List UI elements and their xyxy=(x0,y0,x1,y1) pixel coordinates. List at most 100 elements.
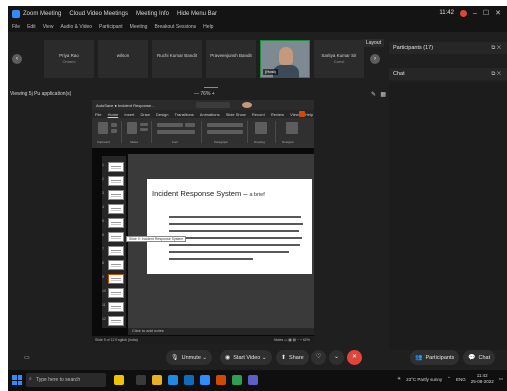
taskbar-app-icon[interactable] xyxy=(114,375,124,385)
notes-pane[interactable]: Click to add notes xyxy=(128,328,314,335)
participant-video-tile[interactable]: (Host) xyxy=(260,40,310,78)
weather-icon[interactable]: ☀ xyxy=(397,376,401,382)
avatar[interactable] xyxy=(242,102,252,108)
language-indicator[interactable]: ENG xyxy=(456,377,466,382)
participants-button[interactable]: 👥 Participants xyxy=(410,350,460,365)
share-button[interactable]: ⬆ Share xyxy=(276,350,309,365)
menu-file[interactable]: File xyxy=(12,24,20,30)
slide-thumbnail[interactable]: 11 xyxy=(102,302,126,316)
participant-tile[interactable]: Saritya Kumar Sir Guest xyxy=(314,40,364,78)
teams-icon[interactable] xyxy=(248,375,258,385)
strip-prev-icon[interactable]: ‹ xyxy=(12,54,22,64)
maximize-button[interactable]: ☐ xyxy=(483,9,489,17)
slide-thumbnail[interactable]: 6 xyxy=(102,232,126,246)
powerpoint-icon[interactable] xyxy=(216,375,226,385)
ppt-tab[interactable]: Design xyxy=(156,112,168,117)
notification-icon[interactable]: ▭ xyxy=(499,376,503,382)
ppt-tab[interactable]: View xyxy=(290,112,299,117)
slide-thumbnail[interactable]: 2 xyxy=(102,176,126,190)
participants-panel-header[interactable]: Participants (17) ⧉ ✕ xyxy=(389,42,507,54)
ppt-tab[interactable]: Draw xyxy=(141,112,150,117)
new-slide-icon[interactable] xyxy=(127,122,137,134)
menu-audio-video[interactable]: Audio & Video xyxy=(60,24,92,30)
leave-meeting-button[interactable]: ✕ xyxy=(347,350,362,365)
ppt-tab[interactable]: Insert xyxy=(124,112,134,117)
title-item-hide-menu[interactable]: Hide Menu Bar xyxy=(177,11,217,17)
taskbar-search-box[interactable]: ⌕ Type here to search xyxy=(26,373,106,387)
menu-help[interactable]: Help xyxy=(203,24,213,30)
more-button[interactable]: ⌄ xyxy=(329,350,344,365)
windows-start-icon[interactable] xyxy=(12,375,22,385)
slide-thumbnail[interactable]: 3 xyxy=(102,190,126,204)
task-view-icon[interactable] xyxy=(136,375,146,385)
ppt-tab[interactable]: Help xyxy=(305,112,313,117)
store-icon[interactable] xyxy=(184,375,194,385)
minimize-button[interactable]: – xyxy=(473,10,477,17)
ppt-view-zoom-controls[interactable]: Notes ▭ ▦ ▤ − + 62% xyxy=(274,338,310,342)
captions-icon[interactable]: ▭ xyxy=(24,354,30,361)
menu-view[interactable]: View xyxy=(43,24,54,30)
chat-button[interactable]: 💬 Chat xyxy=(463,350,496,365)
font-name-box[interactable] xyxy=(157,123,183,127)
menu-breakout[interactable]: Breakout Sessions xyxy=(154,24,196,30)
ppt-tab[interactable]: Animations xyxy=(200,112,220,117)
current-slide[interactable]: Incident Response System – a brief xyxy=(147,179,312,274)
menu-participant[interactable]: Participant xyxy=(99,24,123,30)
slide-thumbnail[interactable]: 5 xyxy=(102,218,126,232)
title-item-meetings[interactable]: Cloud Video Meetings xyxy=(69,11,128,17)
chevron-down-icon[interactable]: ⌄ xyxy=(260,355,267,361)
weather-text[interactable]: 23°C Partly sunny xyxy=(406,377,442,382)
view-zoom-control[interactable]: — 76% + xyxy=(194,91,215,97)
slide-thumbnail-selected[interactable]: 9 xyxy=(102,274,126,288)
slide-thumbnail[interactable]: 1 xyxy=(102,162,126,176)
tray-chevron-icon[interactable]: ⌃ xyxy=(447,376,451,382)
slide-thumbnail[interactable]: 7 xyxy=(102,246,126,260)
ppt-tab[interactable]: Slide Show xyxy=(226,112,246,117)
edge-browser-icon[interactable] xyxy=(168,375,178,385)
layout-button[interactable]: Layout xyxy=(363,39,385,47)
cut-icon[interactable] xyxy=(111,123,117,127)
title-item-meeting-info[interactable]: Meeting Info xyxy=(136,11,169,17)
slide-thumbnail[interactable]: 12 xyxy=(102,316,126,330)
panel-popout-icon[interactable]: ⧉ ✕ xyxy=(491,71,501,78)
slide-thumbnail[interactable]: 8 xyxy=(102,260,126,274)
taskbar-clock[interactable]: 11:42 25-08-2022 xyxy=(471,373,494,385)
list-buttons[interactable] xyxy=(207,123,243,127)
participant-tile[interactable]: wilson xyxy=(98,40,148,78)
file-explorer-icon[interactable] xyxy=(152,375,162,385)
slide-thumbnail[interactable]: 4 xyxy=(102,204,126,218)
ppt-tab[interactable]: Review xyxy=(271,112,284,117)
reset-icon[interactable] xyxy=(140,128,148,131)
unmute-button[interactable]: 🎙 Unmute ⌄ xyxy=(166,350,213,365)
reactions-button[interactable]: ♡ xyxy=(311,350,326,365)
align-buttons[interactable] xyxy=(207,130,243,134)
copy-icon[interactable] xyxy=(111,129,117,133)
chevron-down-icon[interactable]: ⌄ xyxy=(201,355,207,361)
view-options-icon[interactable]: ▦ xyxy=(380,91,386,98)
chrome-icon[interactable] xyxy=(232,375,242,385)
ppt-search-box[interactable] xyxy=(196,102,230,108)
zoom-app-icon[interactable] xyxy=(200,375,210,385)
start-video-button[interactable]: ◉ Start Video ⌄ xyxy=(220,350,272,365)
ppt-tab[interactable]: Home xyxy=(108,112,119,117)
participant-tile[interactable]: Ruchi Kumar Bandit xyxy=(152,40,202,78)
participant-tile[interactable]: Priya Rao Ontario xyxy=(44,40,94,78)
close-button[interactable]: ✕ xyxy=(495,9,501,17)
shapes-icon[interactable] xyxy=(255,122,267,134)
layout-icon[interactable] xyxy=(140,123,148,126)
menu-edit[interactable]: Edit xyxy=(27,24,36,30)
ppt-record-icon[interactable] xyxy=(299,111,305,117)
designer-icon[interactable] xyxy=(286,122,298,134)
strip-resize-handle[interactable] xyxy=(204,87,218,88)
ppt-tab[interactable]: Record xyxy=(252,112,265,117)
strip-next-icon[interactable]: › xyxy=(370,54,380,64)
slide-thumbnail[interactable]: 10 xyxy=(102,288,126,302)
ppt-tab[interactable]: File xyxy=(95,112,101,117)
panel-popout-icon[interactable]: ⧉ ✕ xyxy=(491,45,501,52)
participant-tile[interactable]: Praveenjunsh Bandit xyxy=(206,40,256,78)
menu-meeting[interactable]: Meeting xyxy=(130,24,148,30)
font-style-buttons[interactable] xyxy=(157,130,195,134)
ppt-tab[interactable]: Transitions xyxy=(174,112,193,117)
paste-icon[interactable] xyxy=(98,122,108,134)
font-size-box[interactable] xyxy=(185,123,195,127)
